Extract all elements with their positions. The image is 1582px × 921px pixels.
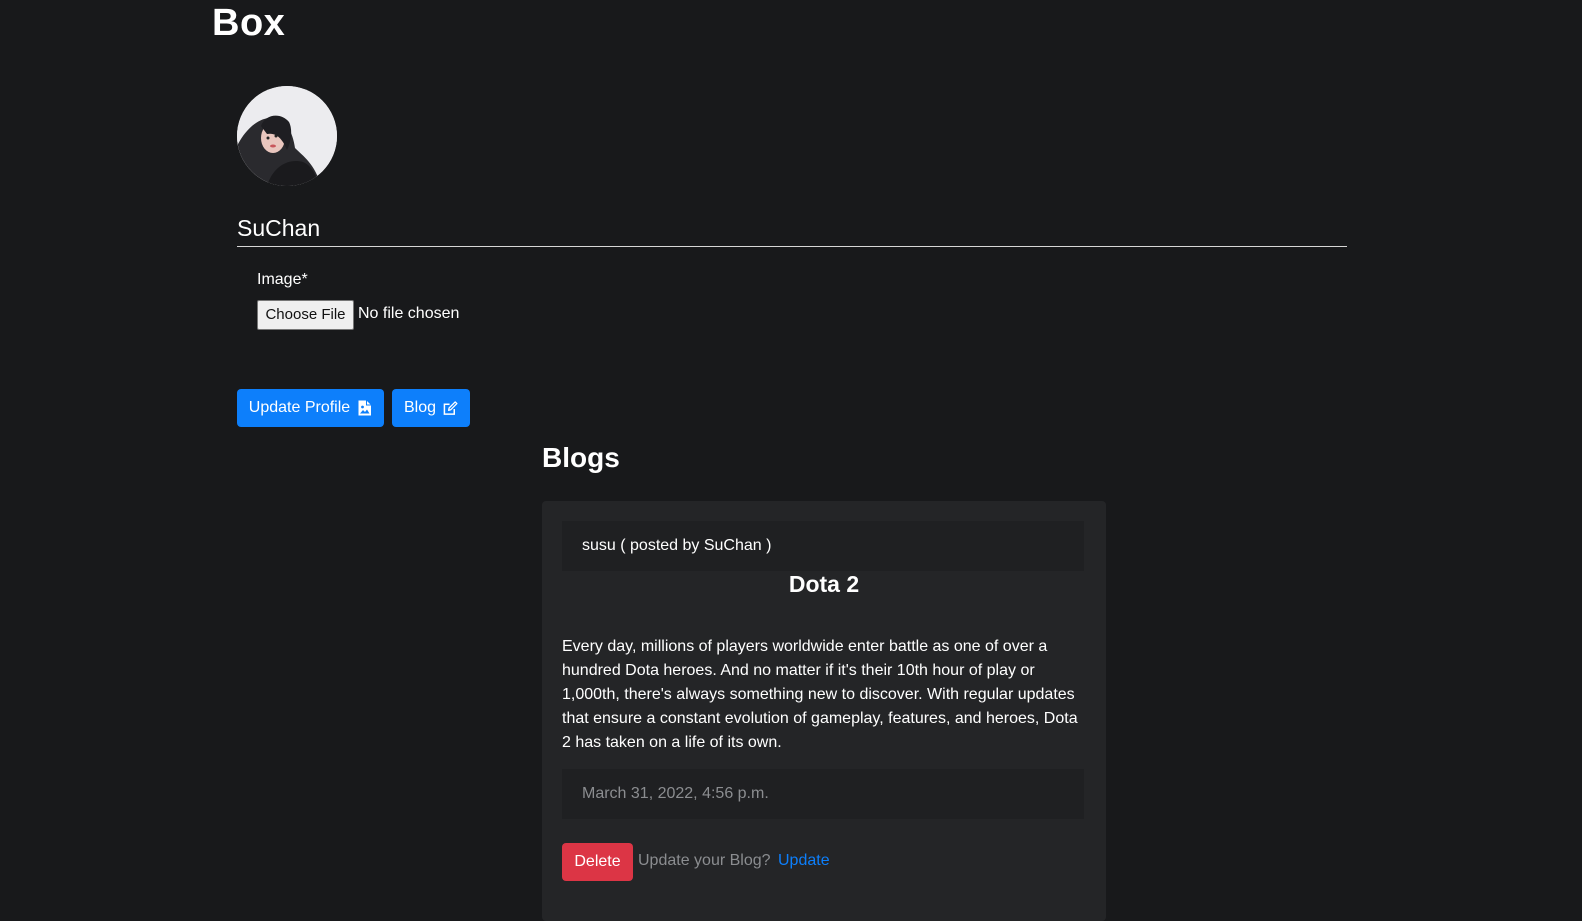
edit-icon xyxy=(443,400,458,416)
blog-date: March 31, 2022, 4:56 p.m. xyxy=(562,769,1084,819)
brand-title[interactable]: Box xyxy=(212,2,285,45)
update-profile-label: Update Profile xyxy=(248,399,351,416)
avatar xyxy=(237,86,337,186)
avatar-photo xyxy=(237,86,337,186)
image-field-label: Image* xyxy=(257,271,308,288)
blog-button[interactable]: Blog xyxy=(392,389,470,427)
choose-file-button[interactable]: Choose File xyxy=(257,300,354,330)
blog-body: Every day, millions of players worldwide… xyxy=(562,638,1078,751)
blogs-heading: Blogs xyxy=(542,442,620,473)
file-image-icon xyxy=(357,400,372,416)
file-status-text: No file chosen xyxy=(358,305,460,322)
profile-username: SuChan xyxy=(237,215,321,241)
update-blog-prompt: Update your Blog? xyxy=(638,852,771,869)
blog-card-header: susu ( posted by SuChan ) xyxy=(562,521,1084,571)
blog-title: Dota 2 xyxy=(788,571,860,597)
blog-card: susu ( posted by SuChan ) Dota 2 Every d… xyxy=(542,501,1106,921)
blog-button-label: Blog xyxy=(403,399,437,416)
update-profile-button[interactable]: Update Profile xyxy=(237,389,384,427)
profile-divider xyxy=(237,246,1347,247)
update-blog-link[interactable]: Update xyxy=(778,852,830,870)
delete-button[interactable]: Delete xyxy=(562,843,633,881)
